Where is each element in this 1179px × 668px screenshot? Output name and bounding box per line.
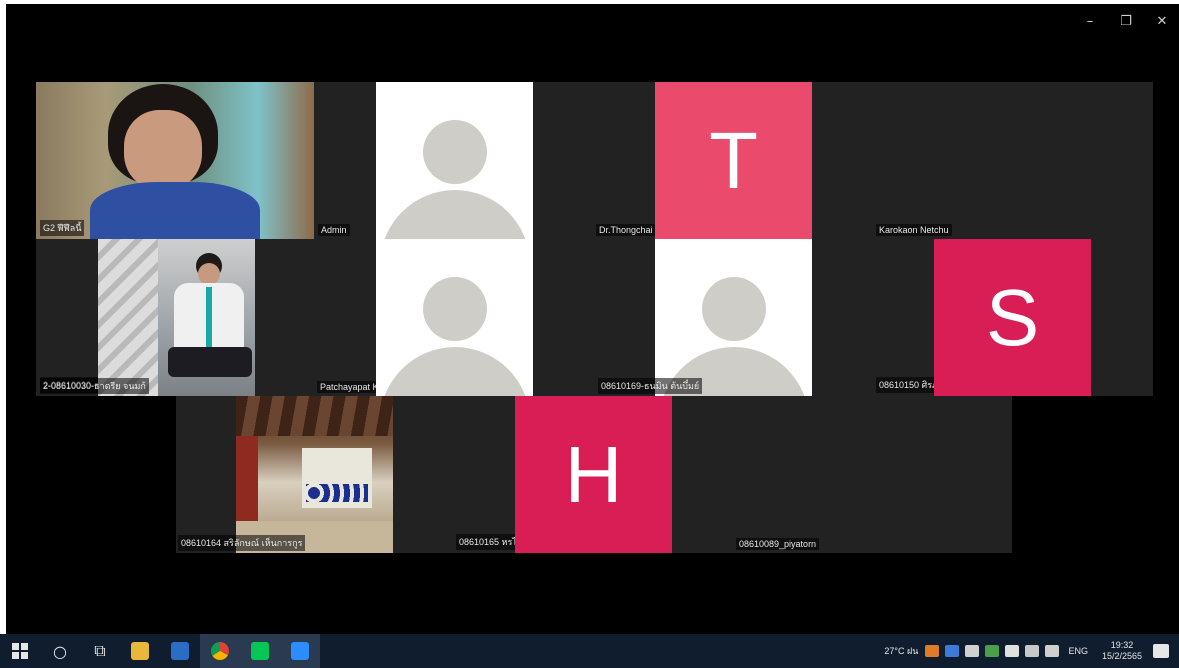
battery-icon[interactable] [1045, 645, 1060, 657]
pen-icon[interactable] [965, 645, 980, 657]
user-avatar-icon [701, 277, 766, 341]
task-view-icon: ⧉ [94, 641, 106, 660]
file-explorer-button[interactable] [120, 634, 160, 668]
participant-name: Patchayapat Katoras [317, 381, 376, 393]
participant-name: Karokaon Netchu [876, 224, 952, 236]
word-button[interactable] [160, 634, 200, 668]
user-avatar-icon [422, 277, 487, 341]
app-tray-icon[interactable] [985, 645, 1000, 657]
participant-video [98, 239, 255, 396]
participant-name: Admin [318, 224, 350, 236]
minimize-button[interactable]: – [1072, 8, 1108, 34]
chrome-button[interactable] [200, 634, 240, 668]
avatar-letter: T [709, 115, 758, 205]
participant-tile[interactable] [533, 239, 655, 396]
chrome-icon [211, 642, 229, 660]
letter-avatar-s: S [934, 239, 1091, 396]
participant-name: 08610089_piyatorn [736, 538, 820, 550]
restore-button[interactable]: ❐ [1108, 8, 1144, 34]
zoom-button[interactable] [280, 634, 320, 668]
participant-tile[interactable]: Karokaon Netchu [812, 82, 1153, 239]
participant-video [236, 396, 393, 553]
system-tray: 27°C ฝน ENG 19:32 15/2/2565 [884, 634, 1179, 668]
clock[interactable]: 19:32 15/2/2565 [1102, 640, 1142, 662]
participant-name: 08610164 สริลักษณ์ เห็นการกูร [178, 535, 306, 551]
participant-name: 08610150 ศิรภัทร วงษ์ยิ่ง [876, 377, 934, 393]
participant-tile[interactable] [1091, 239, 1153, 396]
app-tray-icon[interactable] [945, 645, 960, 657]
participant-video [36, 82, 314, 239]
folder-icon [131, 642, 149, 660]
participant-tile[interactable]: 08610150 ศิรภัทร วงษ์ยิ่ง [812, 239, 934, 396]
participant-tile[interactable]: Admin [314, 82, 376, 239]
participant-name: Dr.Thongchai [596, 224, 655, 236]
participant-name: 2-08610030-ธาตรีย จนมก้ [40, 378, 149, 394]
language-indicator[interactable]: ENG [1068, 646, 1088, 656]
participant-tile[interactable]: Dr.Thongchai [533, 82, 655, 239]
search-icon: ○ [53, 641, 67, 661]
zoom-icon [291, 642, 309, 660]
participant-tile[interactable] [176, 396, 236, 553]
windows-taskbar: ○ ⧉ 27°C ฝน ENG 19:32 15/2/2565 [0, 634, 1179, 668]
line-icon [251, 642, 269, 660]
participant-tile[interactable]: 2-08610030-ธาตรีย จนมก้ [36, 239, 98, 396]
letter-avatar-h: H [515, 396, 672, 553]
user-avatar-icon [422, 120, 487, 184]
close-button[interactable]: ✕ [1144, 8, 1179, 34]
participant-name: 08610165 หรไลลนา จินตานนท์ [456, 534, 515, 550]
weather-widget[interactable]: 27°C ฝน [884, 644, 918, 658]
app-tray-icon[interactable] [925, 645, 940, 657]
avatar-letter: H [564, 429, 623, 519]
participant-tile[interactable]: 08610089_piyatorn [672, 396, 1012, 553]
participant-tile[interactable]: Patchayapat Katoras [255, 239, 376, 396]
clock-time: 19:32 [1110, 640, 1134, 650]
participant-tile[interactable]: 08610165 หรไลลนา จินตานนท์ [393, 396, 515, 553]
default-avatar [376, 82, 533, 239]
default-avatar [376, 239, 533, 396]
volume-icon[interactable] [1025, 645, 1040, 657]
participant-tile[interactable]: G2 ฬีฬีลนี้ [36, 82, 314, 239]
default-avatar [655, 239, 812, 396]
word-icon [171, 642, 189, 660]
windows-logo-icon [12, 643, 28, 659]
participant-name: 08610169-ธนมิน ต้นบึ๋มย์ [598, 378, 703, 394]
network-icon[interactable] [1005, 645, 1020, 657]
letter-avatar-t: T [655, 82, 812, 239]
task-view-button[interactable]: ⧉ [80, 634, 120, 668]
clock-date: 15/2/2565 [1101, 651, 1142, 661]
search-button[interactable]: ○ [40, 634, 80, 668]
avatar-letter: S [985, 272, 1040, 362]
zoom-meeting-window: – ❐ ✕ G2 ฬีฬีลนี้ Admin Dr.Thongchai T K… [6, 4, 1179, 634]
participant-name: G2 ฬีฬีลนี้ [40, 220, 85, 236]
line-button[interactable] [240, 634, 280, 668]
start-button[interactable] [0, 634, 40, 668]
notification-icon[interactable] [1153, 644, 1169, 658]
